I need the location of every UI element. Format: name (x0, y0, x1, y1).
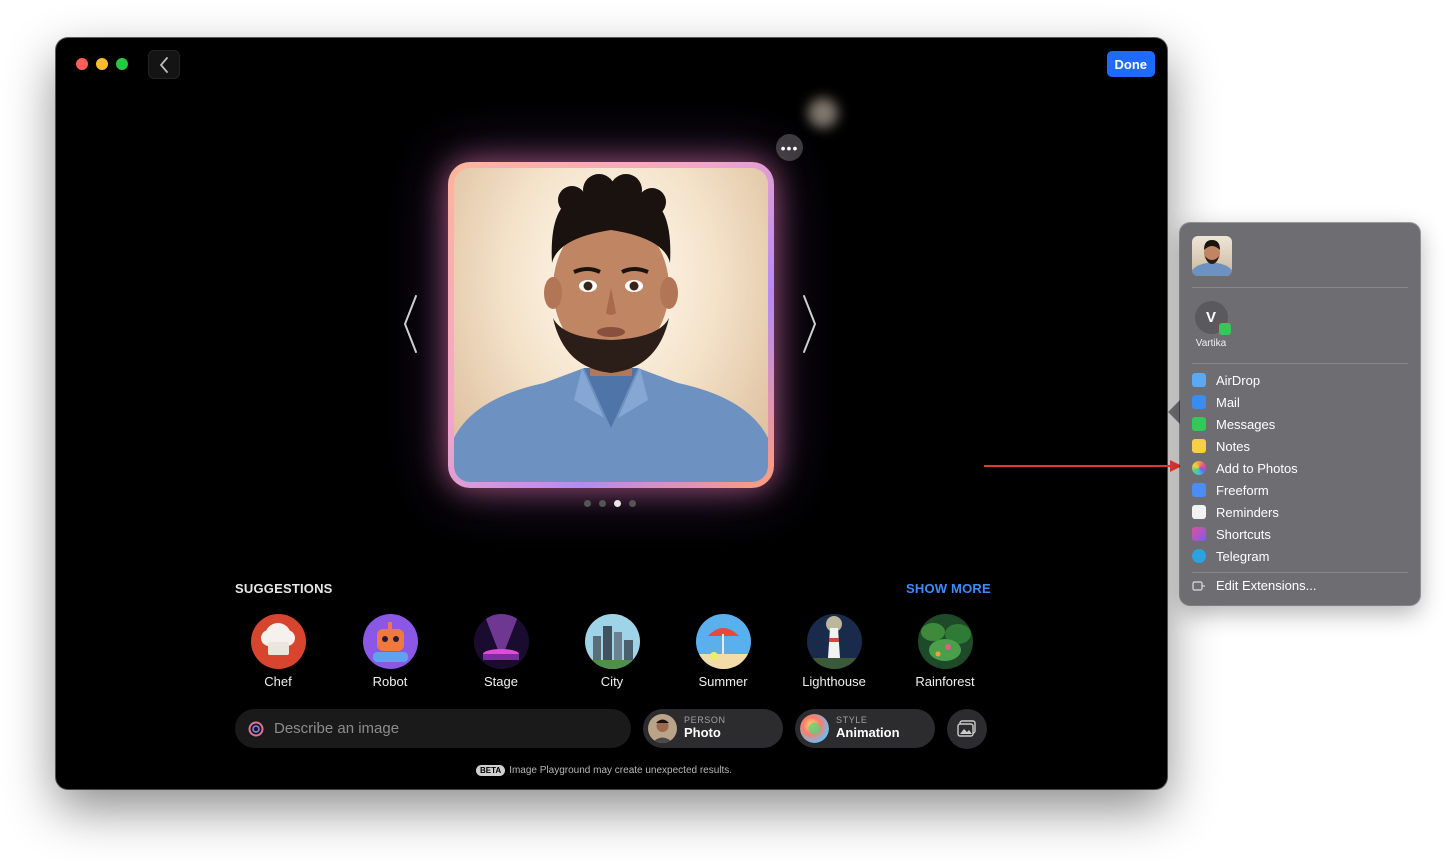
suggestion-label: Summer (698, 674, 748, 689)
menu-separator (1192, 363, 1408, 364)
suggestion-label: Stage (484, 674, 518, 689)
beta-disclaimer-text: Image Playground may create unexpected r… (509, 765, 733, 776)
chef-hat-icon (250, 614, 306, 669)
photo-library-icon (957, 720, 976, 737)
person-chip-value: Photo (684, 725, 721, 741)
share-airdrop[interactable]: AirDrop (1192, 369, 1412, 391)
zoom-window-button[interactable] (116, 58, 128, 70)
page-indicator (584, 500, 636, 507)
page-dot[interactable] (584, 500, 591, 507)
messages-icon (1192, 417, 1206, 431)
photos-icon (1192, 461, 1206, 475)
menu-item-label: Notes (1216, 438, 1250, 454)
beta-badge: BETA (476, 765, 506, 776)
beach-umbrella-icon (695, 614, 751, 669)
reminders-icon (1192, 505, 1206, 519)
shared-image-thumbnail (1192, 236, 1232, 276)
minimize-window-button[interactable] (96, 58, 108, 70)
share-mail[interactable]: Mail (1192, 391, 1412, 413)
shortcuts-icon (1192, 527, 1206, 541)
style-selector-chip[interactable]: STYLE Animation (795, 709, 935, 748)
menu-item-label: Shortcuts (1216, 526, 1271, 542)
telegram-icon (1192, 549, 1206, 563)
lighthouse-icon (806, 614, 862, 669)
suggestion-label: Lighthouse (802, 674, 866, 689)
share-add-to-photos[interactable]: Add to Photos (1192, 457, 1412, 479)
messages-badge-icon (1218, 323, 1231, 335)
share-destinations: AirDrop Mail Messages Notes Add to Photo… (1192, 369, 1412, 567)
mail-icon (1192, 395, 1206, 409)
person-selector-chip[interactable]: PERSON Photo (643, 709, 783, 748)
extensions-icon (1192, 580, 1205, 591)
contact-initial: V (1205, 309, 1216, 326)
menu-item-label: Add to Photos (1216, 460, 1298, 476)
page-dot-active[interactable] (614, 500, 621, 507)
contact-name: Vartika (1195, 338, 1227, 349)
suggestion-rainforest[interactable]: Rainforest (895, 614, 995, 689)
more-options-button[interactable]: ••• (776, 134, 803, 161)
style-chip-value: Animation (836, 725, 900, 741)
menu-item-label: Freeform (1216, 482, 1269, 498)
robot-icon (362, 614, 418, 669)
menu-item-label: Messages (1216, 416, 1276, 432)
menu-item-label: Reminders (1216, 504, 1279, 520)
suggestion-label: Rainforest (915, 674, 975, 689)
ellipsis-icon: ••• (780, 139, 799, 156)
share-freeform[interactable]: Freeform (1192, 479, 1412, 501)
previous-image-arrow-icon[interactable] (402, 294, 418, 354)
next-image-arrow-icon[interactable] (802, 294, 818, 354)
menu-item-label: AirDrop (1216, 372, 1261, 388)
photo-library-button[interactable] (947, 709, 987, 749)
chevron-left-icon (159, 56, 168, 73)
share-notes[interactable]: Notes (1192, 435, 1412, 457)
menu-separator (1192, 572, 1408, 573)
suggestion-city[interactable]: City (562, 614, 662, 689)
share-messages[interactable]: Messages (1192, 413, 1412, 435)
menu-separator (1192, 287, 1408, 288)
done-button[interactable]: Done (1106, 51, 1155, 77)
page-dot[interactable] (629, 500, 636, 507)
glow-decoration (808, 98, 838, 128)
edit-extensions-item[interactable]: Edit Extensions... (1192, 578, 1316, 593)
suggestion-summer[interactable]: Summer (673, 614, 773, 689)
suggestion-chef[interactable]: Chef (228, 614, 328, 689)
describe-image-input[interactable]: Describe an image (235, 709, 631, 748)
edit-extensions-label: Edit Extensions... (1216, 578, 1317, 593)
suggestion-label: City (600, 674, 624, 689)
share-telegram[interactable]: Telegram (1192, 545, 1412, 567)
share-shortcuts[interactable]: Shortcuts (1192, 523, 1412, 545)
playground-sparkle-icon (248, 721, 264, 736)
image-playground-window: Done ••• SUGGESTIONS SHOW MORE Chef Robo… (56, 38, 1167, 789)
stage-icon (473, 614, 529, 669)
generated-image-frame[interactable] (448, 162, 774, 488)
suggestion-label: Chef (264, 674, 292, 689)
share-menu: V Vartika AirDrop Mail Messages Notes Ad… (1180, 223, 1420, 605)
beta-disclaimer: BETA Image Playground may create unexpec… (476, 765, 732, 776)
back-button[interactable] (148, 50, 180, 79)
contact-vartika[interactable]: V Vartika (1192, 301, 1231, 349)
menu-item-label: Mail (1216, 394, 1240, 410)
freeform-icon (1192, 483, 1206, 497)
describe-image-placeholder: Describe an image (274, 720, 400, 737)
annotation-arrow-icon (984, 460, 1182, 472)
notes-icon (1192, 439, 1206, 453)
suggestion-stage[interactable]: Stage (451, 614, 551, 689)
person-avatar (648, 714, 677, 743)
share-reminders[interactable]: Reminders (1192, 501, 1412, 523)
show-more-link[interactable]: SHOW MORE (906, 581, 991, 596)
menu-item-label: Telegram (1216, 548, 1270, 564)
suggestion-lighthouse[interactable]: Lighthouse (784, 614, 884, 689)
share-menu-pointer (1168, 400, 1180, 424)
city-icon (584, 614, 640, 669)
airdrop-icon (1192, 373, 1206, 387)
generated-portrait-image (454, 168, 768, 482)
contact-avatar: V (1194, 301, 1231, 335)
page-dot[interactable] (599, 500, 606, 507)
rainforest-icon (917, 614, 973, 669)
suggestion-robot[interactable]: Robot (340, 614, 440, 689)
close-window-button[interactable] (76, 58, 88, 70)
animation-style-icon (800, 714, 829, 743)
suggestion-label: Robot (372, 674, 408, 689)
suggestions-heading: SUGGESTIONS (235, 581, 333, 596)
